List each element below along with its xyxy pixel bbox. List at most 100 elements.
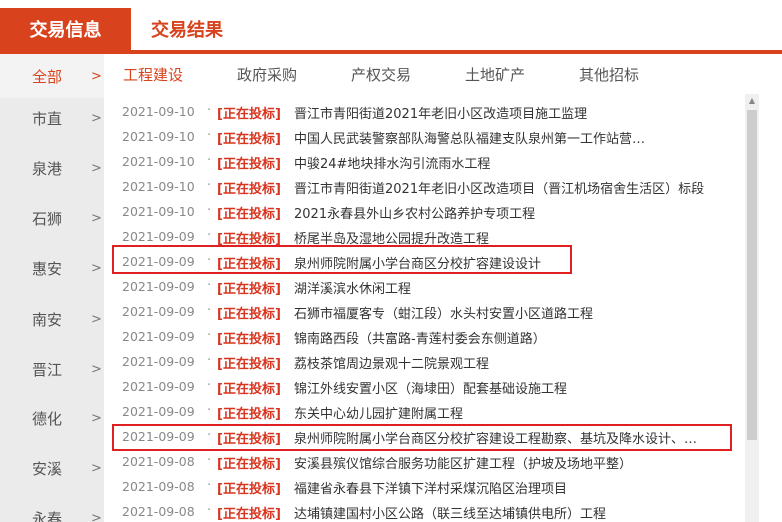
bullet-icon: · bbox=[207, 353, 212, 368]
list-item[interactable]: 2021-09-10 · [正在投标] 2021永春县外山乡农村公路养护专项工程 bbox=[104, 200, 744, 225]
item-date: 2021-09-10 bbox=[122, 204, 195, 219]
list-item[interactable]: 2021-09-09 · [正在投标] 荔枝茶馆周边景观十二院景观工程 bbox=[104, 350, 744, 375]
sidebar-item-label: 惠安 bbox=[32, 259, 63, 278]
chevron-right-icon: > bbox=[91, 361, 102, 377]
list-item[interactable]: 2021-09-10 · [正在投标] 中骏24#地块排水沟引流雨水工程 bbox=[104, 150, 744, 175]
list-item[interactable]: 2021-09-08 · [正在投标] 安溪县殡仪馆综合服务功能区扩建工程（护坡… bbox=[104, 450, 744, 475]
status-badge: [正在投标] bbox=[217, 332, 281, 347]
item-date: 2021-09-10 bbox=[122, 154, 195, 169]
list-item[interactable]: 2021-09-08 · [正在投标] 达埔镇建国村小区公路（联三线至达埔镇供电… bbox=[104, 500, 744, 522]
item-date: 2021-09-10 bbox=[122, 104, 195, 119]
item-date: 2021-09-09 bbox=[122, 229, 195, 244]
highlight-box-row-14 bbox=[112, 424, 732, 451]
category-land-mining[interactable]: 土地矿产 bbox=[465, 64, 525, 85]
status-badge: [正在投标] bbox=[217, 282, 281, 297]
list-item[interactable]: 2021-09-09 · [正在投标] 石狮市福厦客专（蚶江段）水头村安置小区道… bbox=[104, 300, 744, 325]
chevron-right-icon: > bbox=[91, 210, 102, 226]
sidebar-item-yongchun[interactable]: 永春 > bbox=[0, 496, 104, 522]
status-badge: [正在投标] bbox=[217, 457, 281, 472]
item-title-link[interactable]: 锦江外线安置小区（海埭田）配套基础设施工程 bbox=[294, 378, 567, 397]
list-item[interactable]: 2021-09-09 · [正在投标] 锦江外线安置小区（海埭田）配套基础设施工… bbox=[104, 375, 744, 400]
list-item[interactable]: 2021-09-10 · [正在投标] 中国人民武装警察部队海警总队福建支队泉州… bbox=[104, 125, 744, 150]
list-item[interactable]: 2021-09-09 · [正在投标] 湖洋溪滨水休闲工程 bbox=[104, 275, 744, 300]
bullet-icon: · bbox=[207, 203, 212, 218]
list-item[interactable]: 2021-09-10 · [正在投标] 晋江市青阳街道2021年老旧小区改造项目… bbox=[104, 175, 744, 200]
item-date: 2021-09-09 bbox=[122, 404, 195, 419]
item-title-link[interactable]: 2021永春县外山乡农村公路养护专项工程 bbox=[294, 203, 535, 222]
list-item[interactable]: 2021-09-09 · [正在投标] 东关中心幼儿园扩建附属工程 bbox=[104, 400, 744, 425]
item-date: 2021-09-10 bbox=[122, 129, 195, 144]
sidebar-item-huian[interactable]: 惠安 > bbox=[0, 246, 104, 290]
list-item[interactable]: 2021-09-10 · [正在投标] 晋江市青阳街道2021年老旧小区改造项目… bbox=[104, 100, 744, 125]
category-property-rights[interactable]: 产权交易 bbox=[351, 64, 411, 85]
sidebar-item-label: 市直 bbox=[32, 109, 63, 128]
status-badge: [正在投标] bbox=[217, 482, 281, 497]
status-badge: [正在投标] bbox=[217, 157, 281, 172]
status-badge: [正在投标] bbox=[217, 107, 281, 122]
chevron-right-icon: > bbox=[91, 460, 102, 476]
sidebar-item-label: 石狮 bbox=[32, 209, 63, 228]
status-badge: [正在投标] bbox=[217, 407, 281, 422]
bullet-icon: · bbox=[207, 453, 212, 468]
bullet-icon: · bbox=[207, 378, 212, 393]
item-title-link[interactable]: 达埔镇建国村小区公路（联三线至达埔镇供电所）工程 bbox=[294, 503, 606, 522]
item-title-link[interactable]: 东关中心幼儿园扩建附属工程 bbox=[294, 403, 463, 422]
status-badge: [正在投标] bbox=[217, 207, 281, 222]
item-date: 2021-09-10 bbox=[122, 179, 195, 194]
item-date: 2021-09-09 bbox=[122, 329, 195, 344]
item-title-link[interactable]: 晋江市青阳街道2021年老旧小区改造项目施工监理 bbox=[294, 103, 587, 122]
bullet-icon: · bbox=[207, 478, 212, 493]
bullet-icon: · bbox=[207, 178, 212, 193]
item-date: 2021-09-09 bbox=[122, 354, 195, 369]
bullet-icon: · bbox=[207, 103, 212, 118]
scroll-up-icon[interactable]: ▲ bbox=[745, 94, 759, 108]
sidebar-item-quangang[interactable]: 泉港 > bbox=[0, 146, 104, 190]
scroll-thumb[interactable] bbox=[747, 110, 757, 440]
sidebar-item-all[interactable]: 全部 > bbox=[0, 54, 104, 98]
bullet-icon: · bbox=[207, 278, 212, 293]
sidebar-item-jinjiang[interactable]: 晋江 > bbox=[0, 347, 104, 391]
category-gov-procurement[interactable]: 政府采购 bbox=[237, 64, 297, 85]
sidebar-item-label: 泉港 bbox=[32, 159, 63, 178]
item-date: 2021-09-09 bbox=[122, 304, 195, 319]
sidebar-item-shishi[interactable]: 石狮 > bbox=[0, 196, 104, 240]
item-title-link[interactable]: 中骏24#地块排水沟引流雨水工程 bbox=[294, 153, 490, 172]
sidebar-item-city[interactable]: 市直 > bbox=[0, 96, 104, 140]
sidebar-item-anxi[interactable]: 安溪 > bbox=[0, 446, 104, 490]
sidebar-item-label: 南安 bbox=[32, 310, 63, 329]
bullet-icon: · bbox=[207, 153, 212, 168]
item-title-link[interactable]: 福建省永春县下洋镇下洋村采煤沉陷区治理项目 bbox=[294, 478, 567, 497]
item-title-link[interactable]: 中国人民武装警察部队海警总队福建支队泉州第一工作站营… bbox=[294, 128, 645, 147]
list-item[interactable]: 2021-09-08 · [正在投标] 福建省永春县下洋镇下洋村采煤沉陷区治理项… bbox=[104, 475, 744, 500]
bullet-icon: · bbox=[207, 228, 212, 243]
sidebar-item-label: 全部 bbox=[32, 67, 63, 86]
category-engineering[interactable]: 工程建设 bbox=[123, 64, 183, 85]
tab-trade-info[interactable]: 交易信息 bbox=[0, 8, 131, 50]
category-other-bidding[interactable]: 其他招标 bbox=[579, 64, 639, 85]
status-badge: [正在投标] bbox=[217, 357, 281, 372]
sidebar-item-label: 永春 bbox=[32, 509, 63, 522]
item-date: 2021-09-08 bbox=[122, 504, 195, 519]
item-date: 2021-09-08 bbox=[122, 479, 195, 494]
chevron-right-icon: > bbox=[91, 510, 102, 522]
item-title-link[interactable]: 荔枝茶馆周边景观十二院景观工程 bbox=[294, 353, 489, 372]
sidebar-item-label: 德化 bbox=[32, 409, 63, 428]
tab-trade-result[interactable]: 交易结果 bbox=[131, 8, 243, 50]
status-badge: [正在投标] bbox=[217, 132, 281, 147]
chevron-right-icon: > bbox=[91, 410, 102, 426]
status-badge: [正在投标] bbox=[217, 307, 281, 322]
item-date: 2021-09-08 bbox=[122, 454, 195, 469]
item-title-link[interactable]: 石狮市福厦客专（蚶江段）水头村安置小区道路工程 bbox=[294, 303, 593, 322]
vertical-scrollbar[interactable]: ▲ bbox=[745, 94, 759, 522]
item-title-link[interactable]: 湖洋溪滨水休闲工程 bbox=[294, 278, 411, 297]
item-title-link[interactable]: 安溪县殡仪馆综合服务功能区扩建工程（护坡及场地平整） bbox=[294, 453, 632, 472]
item-title-link[interactable]: 锦南路西段（共富路-青莲村委会东侧道路） bbox=[294, 328, 546, 347]
list-item[interactable]: 2021-09-09 · [正在投标] 锦南路西段（共富路-青莲村委会东侧道路） bbox=[104, 325, 744, 350]
item-date: 2021-09-09 bbox=[122, 379, 195, 394]
sidebar-item-dehua[interactable]: 德化 > bbox=[0, 396, 104, 440]
bullet-icon: · bbox=[207, 128, 212, 143]
item-title-link[interactable]: 晋江市青阳街道2021年老旧小区改造项目（晋江机场宿舍生活区）标段 bbox=[294, 178, 704, 197]
bullet-icon: · bbox=[207, 303, 212, 318]
item-date: 2021-09-09 bbox=[122, 279, 195, 294]
sidebar-item-nanan[interactable]: 南安 > bbox=[0, 297, 104, 341]
